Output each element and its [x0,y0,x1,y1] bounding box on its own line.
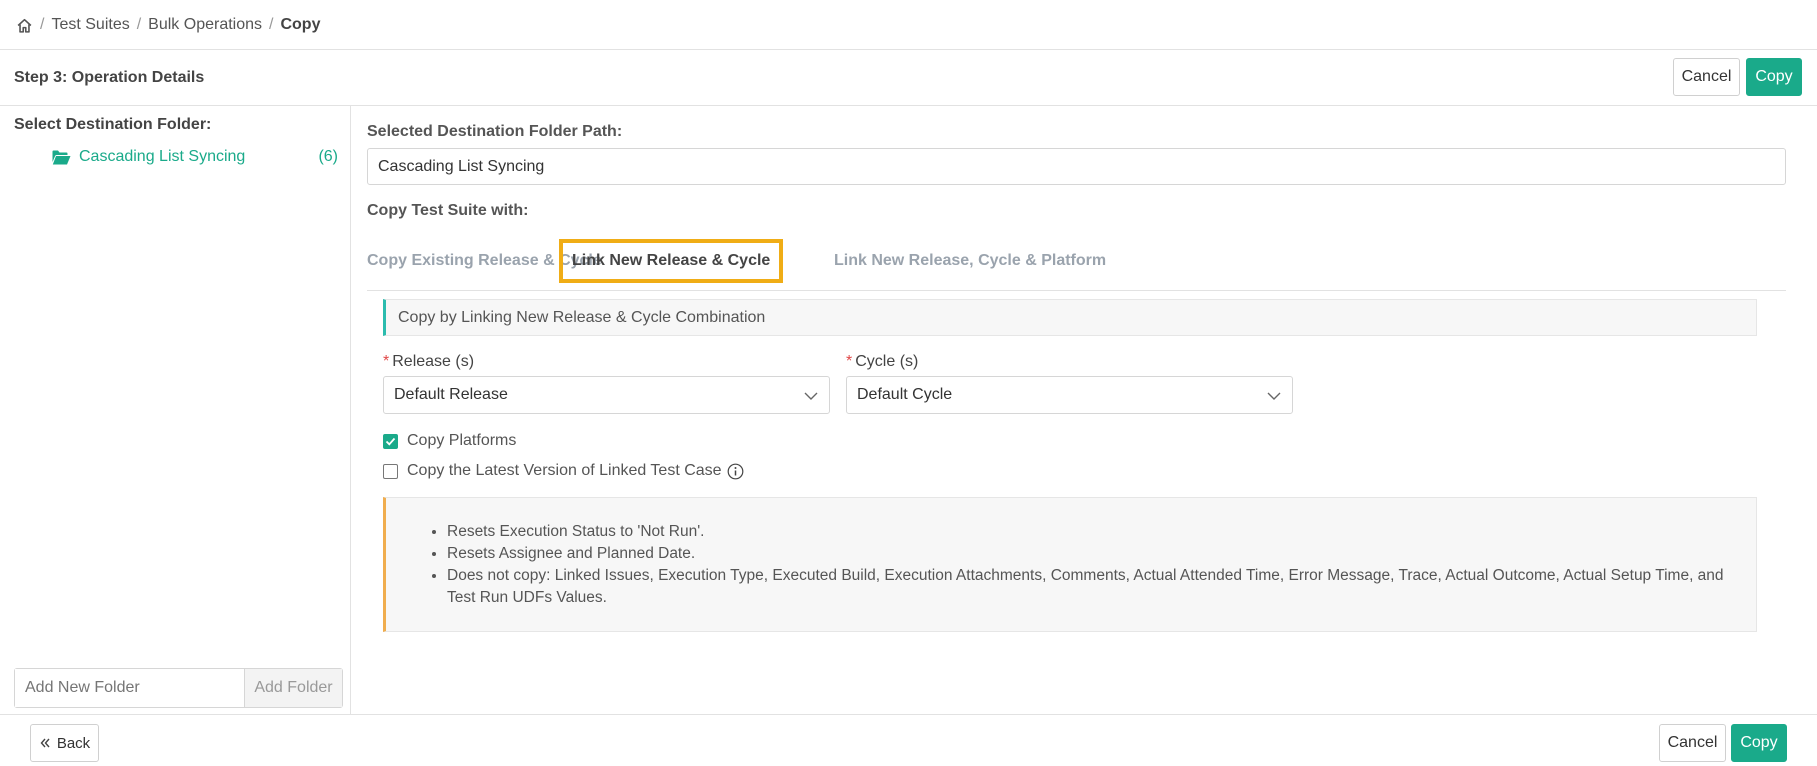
destination-path-field: Cascading List Syncing [367,148,1786,185]
release-label-text: Release (s) [392,353,475,370]
info-icon[interactable] [727,463,744,480]
copy-notes-list: Resets Execution Status to 'Not Run'. Re… [447,521,1737,609]
copy-mode-tabs: Copy Existing Release & Cycle Link New R… [367,231,1786,291]
tab-link-new-release-cycle[interactable]: Link New Release & Cycle [559,239,784,283]
folder-count: (6) [318,148,338,165]
breadcrumb-bulk-operations[interactable]: Bulk Operations [148,16,262,34]
footer-copy-button[interactable]: Copy [1731,724,1787,762]
required-marker: * [383,353,390,370]
back-label: Back [56,734,91,752]
checkmark-icon [385,437,396,446]
required-marker: * [846,353,853,370]
operation-details-panel: Selected Destination Folder Path: Cascad… [352,106,1817,714]
copy-latest-version-label[interactable]: Copy the Latest Version of Linked Test C… [407,462,722,480]
tab-link-new-release-cycle-platform[interactable]: Link New Release, Cycle & Platform [834,239,1106,283]
cycle-label-text: Cycle (s) [855,353,919,370]
divider [0,714,1817,715]
copy-platforms-row[interactable]: Copy Platforms [383,430,516,452]
breadcrumb: / Test Suites / Bulk Operations / Copy [16,14,320,36]
release-select[interactable]: Default Release [383,376,830,414]
copy-platforms-label[interactable]: Copy Platforms [407,432,516,450]
chevron-down-icon [804,392,818,400]
breadcrumb-current: Copy [280,16,321,33]
cycle-select[interactable]: Default Cycle [846,376,1293,414]
footer-cancel-button[interactable]: Cancel [1659,724,1726,762]
destination-path-label: Selected Destination Folder Path: [367,123,623,140]
cycle-selected-value: Default Cycle [857,386,953,403]
header-cancel-button[interactable]: Cancel [1673,58,1740,96]
copy-latest-version-checkbox[interactable] [383,463,398,479]
add-folder-group: Add Folder [14,668,343,708]
release-selected-value: Default Release [394,386,508,403]
breadcrumb-test-suites[interactable]: Test Suites [51,16,129,34]
header-copy-button[interactable]: Copy [1746,58,1802,96]
double-chevron-left-icon [40,738,50,748]
note-item: Resets Execution Status to 'Not Run'. [447,521,1737,543]
add-new-folder-input[interactable] [15,669,245,707]
back-button[interactable]: Back [30,724,99,762]
destination-folder-panel: Select Destination Folder: Cascading Lis… [0,106,351,714]
step-title: Step 3: Operation Details [14,69,205,86]
breadcrumb-separator: / [136,16,142,33]
copy-notes-box: Resets Execution Status to 'Not Run'. Re… [383,497,1757,632]
copy-platforms-checkbox[interactable] [383,433,398,449]
note-item: Does not copy: Linked Issues, Execution … [447,565,1737,609]
home-icon[interactable] [16,17,33,34]
folder-open-icon [52,150,71,164]
breadcrumb-separator: / [269,16,274,33]
add-folder-button[interactable]: Add Folder [245,669,342,707]
mode-info-bar: Copy by Linking New Release & Cycle Comb… [383,299,1757,336]
cycle-label: * Cycle (s) [846,353,918,371]
step-header: Step 3: Operation Details Cancel Copy [0,50,1817,106]
folder-name[interactable]: Cascading List Syncing [79,148,245,166]
note-item: Resets Assignee and Planned Date. [447,543,1737,565]
release-label: * Release (s) [383,353,474,371]
chevron-down-icon [1267,392,1281,400]
copy-with-label: Copy Test Suite with: [367,202,529,219]
breadcrumb-separator: / [40,16,45,33]
copy-latest-version-row[interactable]: Copy the Latest Version of Linked Test C… [383,460,744,482]
folder-tree-item[interactable]: Cascading List Syncing (6) [52,146,338,168]
select-destination-folder-label: Select Destination Folder: [14,116,212,133]
